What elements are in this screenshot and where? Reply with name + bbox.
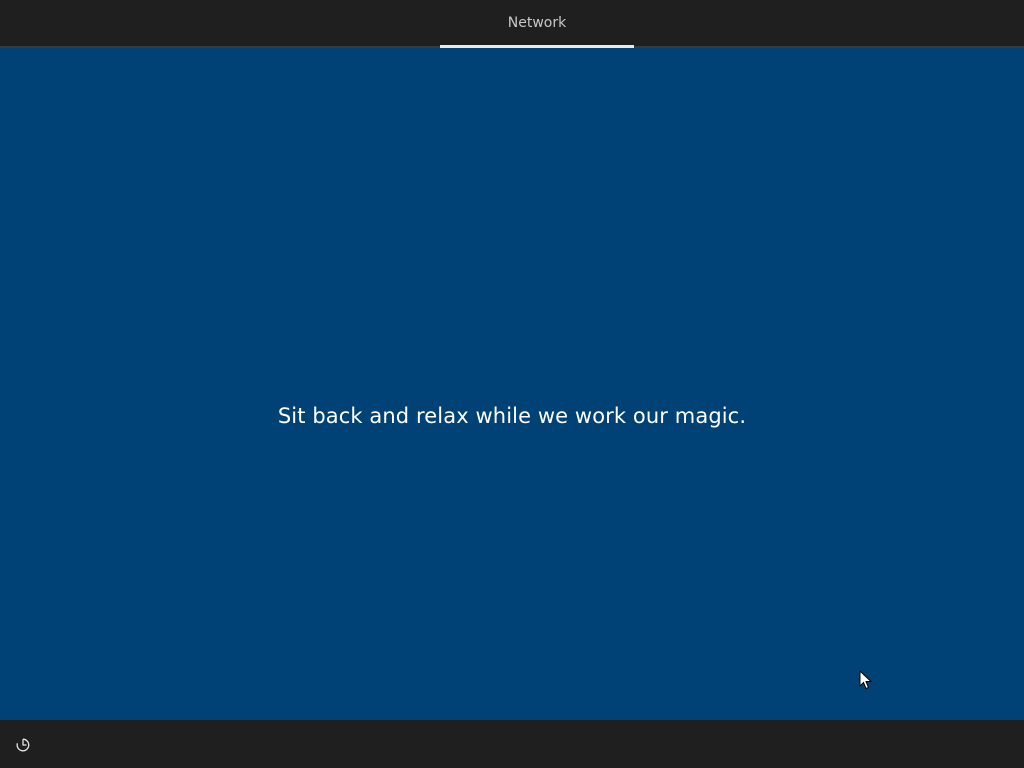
tab-network[interactable]: Network (440, 0, 634, 46)
mouse-cursor-icon (859, 670, 873, 690)
bottom-bar (0, 720, 1024, 768)
status-message: Sit back and relax while we work our mag… (277, 404, 747, 428)
top-bar: Network (0, 0, 1024, 48)
ease-of-access-button[interactable] (10, 732, 36, 758)
tab-network-label: Network (507, 15, 567, 31)
main-content: Sit back and relax while we work our mag… (0, 48, 1024, 720)
ease-of-access-icon (16, 738, 30, 752)
